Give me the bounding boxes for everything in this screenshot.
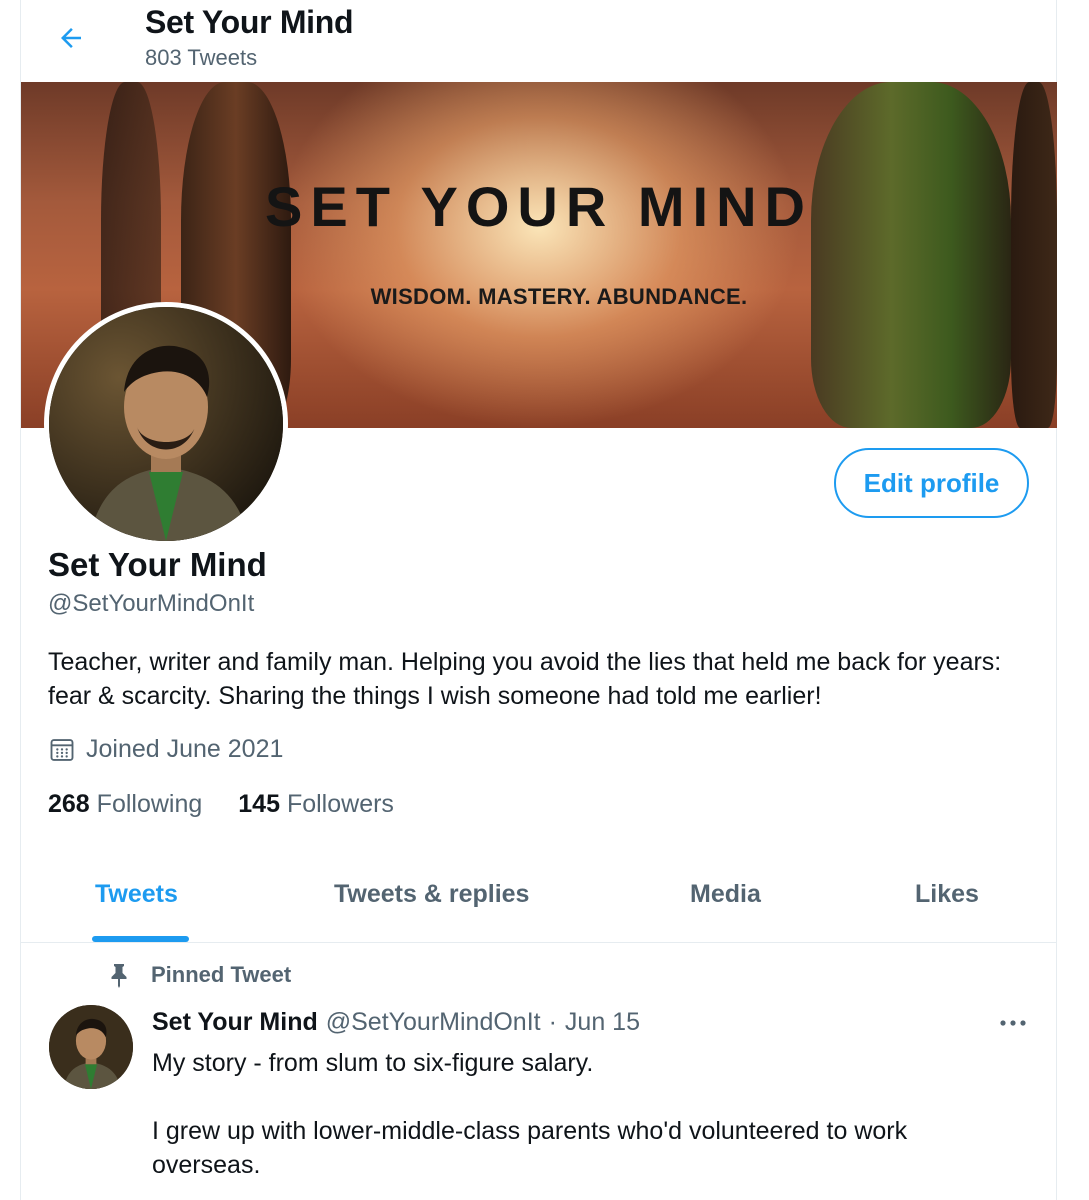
pinned-label: Pinned Tweet [151, 962, 292, 987]
tweet-date[interactable]: Jun 15 [565, 1008, 640, 1037]
arrow-left-icon [61, 28, 81, 48]
profile-column: Set Your Mind 803 Tweets SET YOUR MIND W… [20, 0, 1057, 1200]
profile-tabs: Tweets Tweets & replies Media Likes [21, 850, 1057, 943]
calendar-icon [50, 738, 74, 761]
banner-tree-far-right [1011, 82, 1057, 428]
tweet-text: My story - from slum to six-figure salar… [152, 1049, 908, 1179]
followers-count: 145 [238, 790, 280, 818]
back-button[interactable] [51, 18, 91, 58]
following-link[interactable]: 268 Following [48, 790, 202, 819]
more-horizontal-icon [1000, 1020, 1026, 1026]
profile-handle: @SetYourMindOnIt [48, 590, 255, 617]
tweet-separator: · [548, 1008, 557, 1036]
tweet-header: Set Your Mind @SetYourMindOnIt · Jun 15 [152, 1008, 640, 1037]
followers-label: Followers [286, 790, 394, 818]
profile-avatar[interactable] [44, 302, 288, 546]
tab-media[interactable]: Media [690, 880, 761, 909]
tweet-author-avatar[interactable] [49, 1005, 133, 1089]
avatar-portrait [49, 307, 283, 541]
joined-date: Joined June 2021 [48, 735, 283, 764]
profile-bio: Teacher, writer and family man. Helping … [48, 648, 1002, 710]
pinned-indicator: Pinned Tweet [107, 962, 291, 988]
banner-tree-right [811, 82, 1011, 428]
header-tweet-count: 803 Tweets [145, 45, 258, 70]
tab-tweets[interactable]: Tweets [95, 880, 178, 909]
joined-label: Joined June 2021 [86, 735, 284, 763]
tab-likes[interactable]: Likes [915, 880, 979, 909]
tweet-more-button[interactable] [991, 1008, 1035, 1038]
following-label: Following [96, 790, 203, 818]
profile-name: Set Your Mind [48, 546, 267, 583]
top-bar: Set Your Mind 803 Tweets [21, 0, 1057, 82]
pin-icon [111, 964, 127, 988]
followers-link[interactable]: 145 Followers [238, 790, 394, 819]
edit-profile-button[interactable]: Edit profile [834, 448, 1029, 518]
banner-title: SET YOUR MIND [265, 175, 813, 238]
header-title: Set Your Mind [145, 4, 354, 40]
active-tab-indicator [92, 936, 189, 942]
tab-tweets-replies[interactable]: Tweets & replies [334, 880, 529, 909]
following-count: 268 [48, 790, 90, 818]
tweet-author-name[interactable]: Set Your Mind [152, 1008, 318, 1037]
avatar-portrait-small [49, 1005, 133, 1089]
follow-stats: 268 Following 145 Followers [48, 790, 394, 819]
tweet-author-handle[interactable]: @SetYourMindOnIt [326, 1008, 541, 1037]
